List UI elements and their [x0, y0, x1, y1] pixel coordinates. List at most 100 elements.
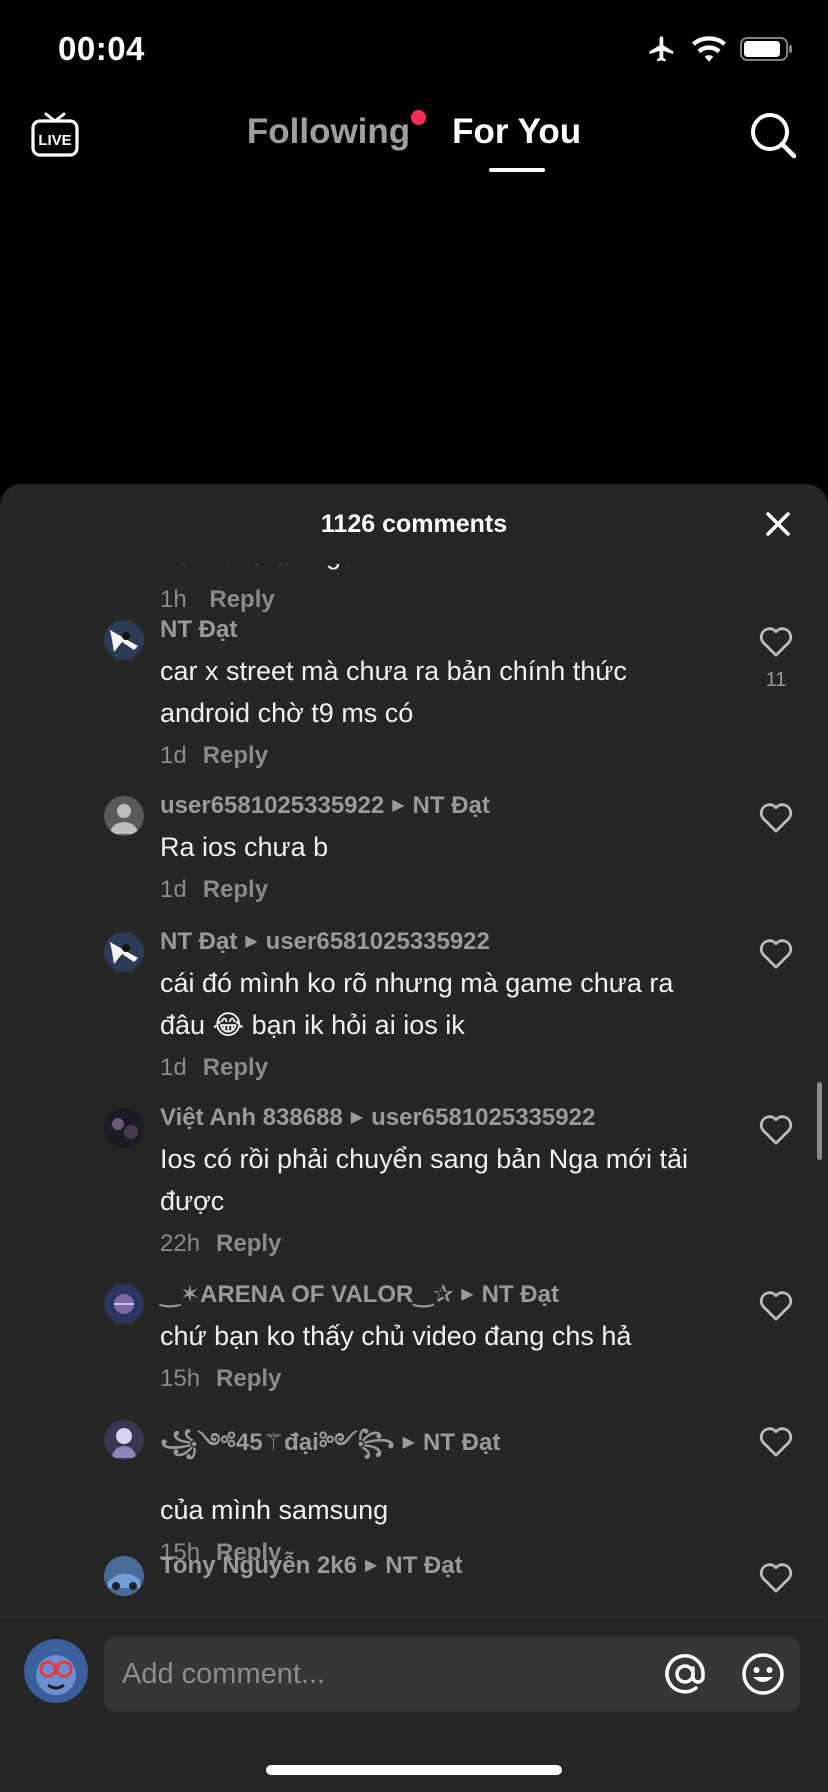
comment-text: chứ bạn ko thấy chủ video đang chs hả: [160, 1321, 632, 1351]
reply-arrow-icon: ▶: [364, 1557, 378, 1574]
tab-following[interactable]: Following: [246, 110, 427, 152]
comment-meta: 1d Reply: [160, 1054, 720, 1082]
active-tab-underline: [488, 168, 545, 172]
heart-icon: [759, 803, 793, 833]
avatar[interactable]: [104, 1108, 144, 1148]
like-button[interactable]: [756, 936, 796, 975]
comment-body: NT Đạt car x street mà chưa ra bản chính…: [160, 616, 720, 770]
comment-text: Ios có rồi phải chuyển sang bản Nga mới …: [160, 1144, 689, 1216]
comment-body: Tony Nguyễn 2k6 ▶ NT Đạt: [160, 1552, 720, 1580]
current-user-avatar[interactable]: [24, 1639, 88, 1703]
comment-text: của mình samsung: [160, 1495, 389, 1525]
like-button[interactable]: [756, 800, 796, 839]
avatar[interactable]: [104, 1284, 144, 1324]
comment-body: ꧁༺45⚚đại༻꧂ ▶ NT Đạt của mình samsung 15h Re…: [160, 1416, 720, 1567]
comment-list[interactable]: Tới l chờ tải ngừ 1h Reply NT Đạt car x …: [0, 540, 828, 1600]
reply-button[interactable]: Reply: [203, 1054, 268, 1081]
username: user6581025335922: [160, 792, 385, 819]
comment-username[interactable]: NT Đạt ▶ user6581025335922: [160, 928, 720, 956]
heart-icon: [759, 1291, 793, 1321]
avatar[interactable]: [104, 620, 144, 660]
comment-meta: 1d Reply: [160, 742, 720, 770]
comment-body: Việt Anh 838688 ▶ user6581025335922 Ios có…: [160, 1104, 720, 1258]
reply-to-username: NT Đạt: [412, 792, 490, 819]
reply-button[interactable]: Reply: [203, 742, 268, 769]
like-button[interactable]: [756, 1112, 796, 1151]
comments-count-title: 1126 comments: [320, 510, 508, 538]
username: ꧁༺45⚚đại༻꧂: [160, 1429, 395, 1456]
username: ‿✶ARENA OF VALOR‿✰: [160, 1281, 454, 1308]
emoji-icon[interactable]: [740, 1651, 786, 1697]
comment-time: 22h: [160, 1230, 201, 1257]
comment-meta: 15h Reply: [160, 1365, 720, 1393]
username: Tony Nguyễn 2k6: [160, 1552, 357, 1579]
comment-body: NT Đạt ▶ user6581025335922 cái đó mình ko …: [160, 928, 720, 1082]
reply-arrow-icon: ▶: [392, 797, 405, 814]
reply-button[interactable]: Reply: [216, 1230, 281, 1257]
comment-text: car x street mà chưa ra bản chính thức a…: [160, 656, 627, 728]
add-comment-input[interactable]: [122, 1637, 642, 1711]
comments-sheet: 1126 comments Tới l chờ tải ngừ 1h Reply…: [0, 484, 828, 1792]
comment-time: 15h: [160, 1365, 201, 1392]
airplane-icon: [649, 36, 674, 62]
avatar[interactable]: [104, 796, 144, 836]
reply-arrow-icon: ▶: [350, 1109, 364, 1126]
reply-arrow-icon: ▶: [245, 933, 258, 950]
reply-button[interactable]: Reply: [203, 876, 268, 903]
comment-username[interactable]: user6581025335922 ▶ NT Đạt: [160, 792, 720, 820]
tab-for-you[interactable]: For You: [452, 112, 582, 172]
like-count: 11: [765, 669, 787, 691]
comment-username[interactable]: ‿✶ARENA OF VALOR‿✰ ▶ NT Đạt: [160, 1280, 720, 1309]
battery-icon: [740, 37, 792, 61]
like-button[interactable]: [756, 1560, 796, 1599]
comment-body: user6581025335922 ▶ NT Đạt Ra ios chưa b 1…: [160, 792, 720, 904]
like-button[interactable]: [756, 1424, 796, 1463]
comment-meta: 1h Reply: [160, 586, 275, 614]
reply-button[interactable]: Reply: [216, 1365, 281, 1392]
top-nav: LIVE Following For You: [0, 100, 828, 180]
heart-icon: [759, 1115, 793, 1145]
like-button[interactable]: [756, 1288, 796, 1327]
comment-username[interactable]: ꧁༺45⚚đại༻꧂ ▶ NT Đạt: [160, 1416, 720, 1483]
reply-button[interactable]: Reply: [209, 586, 274, 613]
avatar[interactable]: [104, 932, 144, 972]
avatar[interactable]: [104, 1420, 144, 1460]
comment-username[interactable]: Tony Nguyễn 2k6 ▶ NT Đạt: [160, 1552, 720, 1580]
tab-for-you-label: For You: [452, 112, 582, 151]
reply-arrow-icon: ▶: [461, 1286, 474, 1303]
comment-meta: 1d Reply: [160, 876, 720, 904]
status-time: 00:04: [58, 30, 145, 67]
comment-meta: 22h Reply: [160, 1230, 720, 1258]
home-indicator[interactable]: [266, 1765, 562, 1775]
at-mention-icon[interactable]: [662, 1651, 708, 1697]
heart-icon: [759, 1563, 793, 1593]
username: NT Đạt: [160, 616, 238, 643]
heart-icon: [759, 939, 793, 969]
status-bar: 00:04: [0, 0, 828, 100]
username: NT Đạt: [160, 928, 238, 955]
comments-header: 1126 comments: [0, 484, 828, 564]
comment-body: ‿✶ARENA OF VALOR‿✰ ▶ NT Đạt chứ bạn ko thấ…: [160, 1280, 720, 1393]
avatar[interactable]: [104, 1556, 144, 1596]
comment-time: 1h: [160, 586, 187, 613]
scrollbar[interactable]: [817, 1082, 822, 1160]
comment-time: 1d: [160, 1054, 187, 1081]
comment-text: Ra ios chưa b: [160, 832, 329, 862]
comment-username[interactable]: NT Đạt: [160, 616, 720, 644]
heart-icon: [759, 627, 793, 657]
close-icon[interactable]: [760, 506, 796, 542]
reply-to-username: user6581025335922: [371, 1104, 596, 1131]
comment-time: 1d: [160, 876, 187, 903]
comment-time: 1d: [160, 742, 187, 769]
comment-username[interactable]: Việt Anh 838688 ▶ user6581025335922: [160, 1104, 720, 1132]
notification-dot: [411, 110, 427, 125]
reply-arrow-icon: ▶: [402, 1434, 415, 1451]
like-button[interactable]: 11: [756, 624, 796, 692]
comment-input-box: [104, 1637, 800, 1711]
username: Việt Anh 838688: [160, 1104, 343, 1131]
comment-input-bar: [0, 1616, 828, 1792]
wifi-icon: [692, 36, 726, 62]
search-icon[interactable]: [748, 110, 798, 160]
tab-following-label: Following: [246, 112, 411, 151]
feed-tabs: Following For You: [0, 110, 828, 172]
